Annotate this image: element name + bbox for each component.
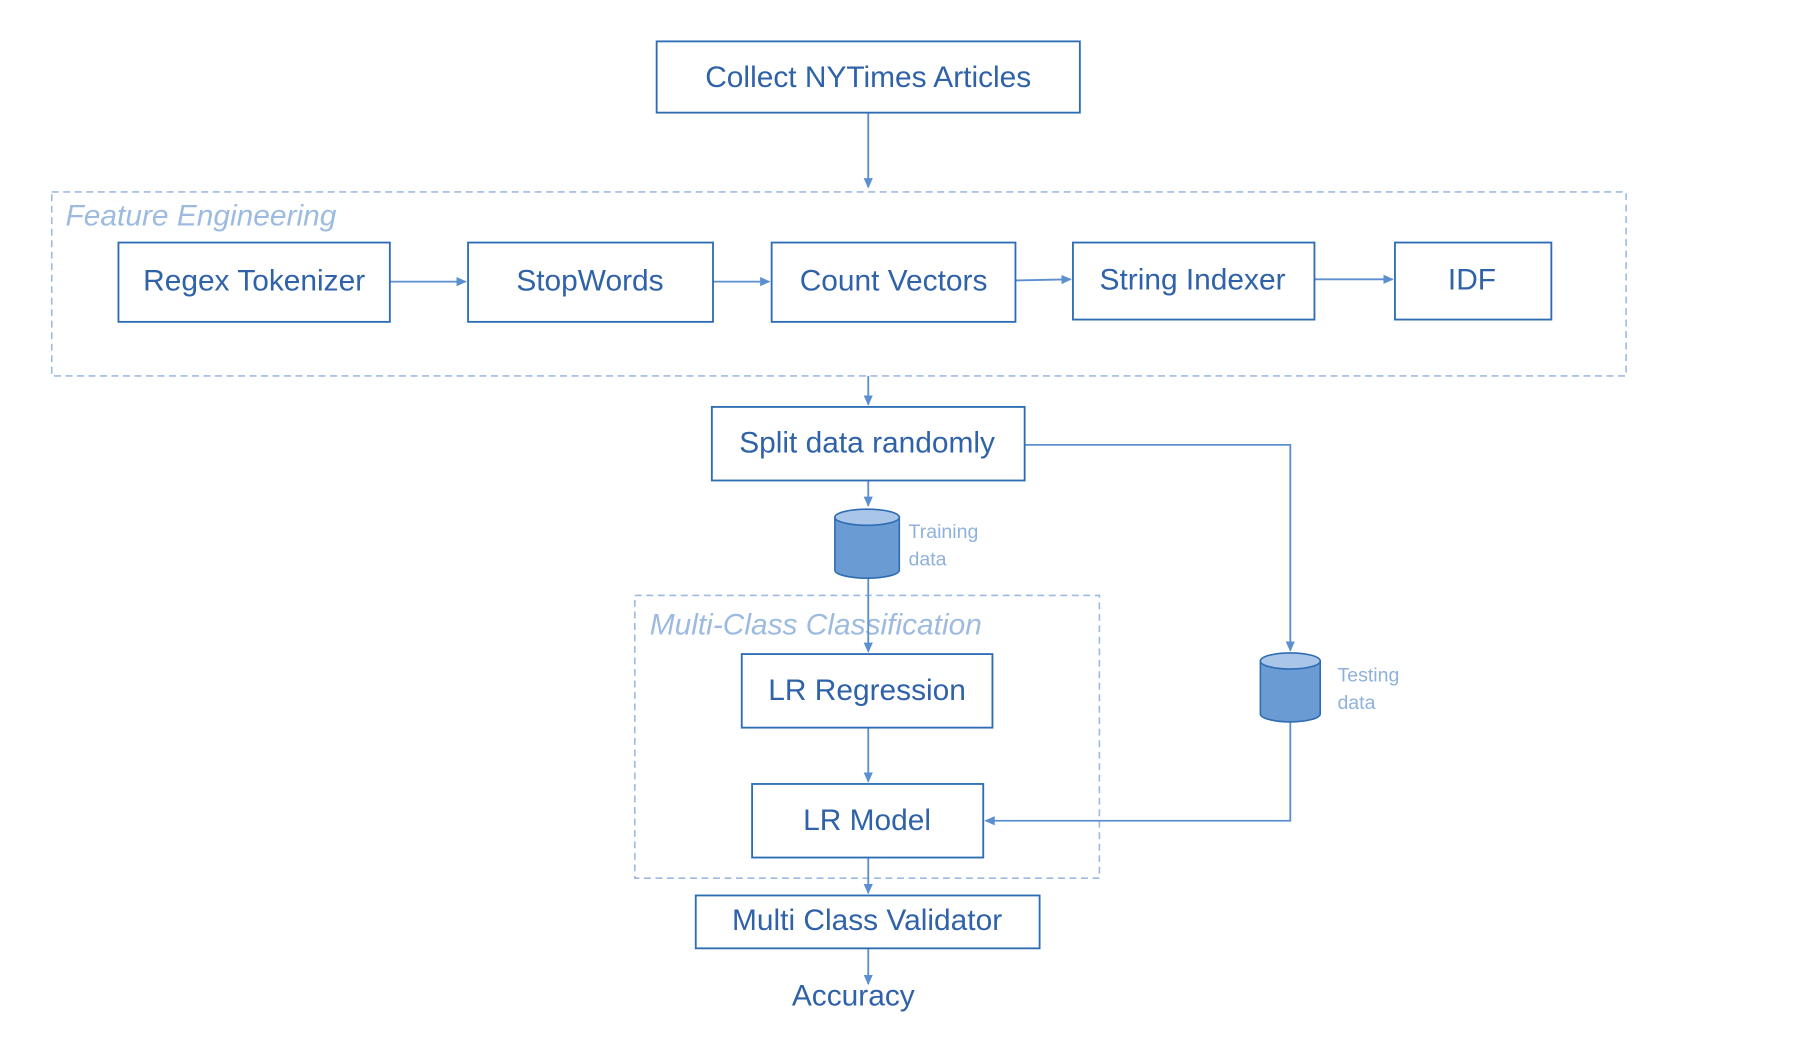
node-label: Split data randomly: [739, 427, 995, 460]
node-label: Collect NYTimes Articles: [705, 61, 1031, 94]
node-idf: IDF: [1394, 241, 1553, 321]
pipeline-diagram: Feature Engineering Multi-Class Classifi…: [50, 40, 1627, 1013]
node-label: StopWords: [516, 265, 663, 298]
arrow: [1024, 443, 1295, 652]
arrow: [1015, 274, 1072, 285]
testing-label: data: [1337, 692, 1375, 714]
node-string-indexer: String Indexer: [1072, 241, 1316, 321]
node-count-vectors: Count Vectors: [770, 241, 1017, 323]
node-regex-tokenizer: Regex Tokenizer: [117, 241, 391, 323]
node-label: Count Vectors: [800, 265, 988, 298]
testing-data-cylinder-icon: [1259, 652, 1322, 723]
node-label: Regex Tokenizer: [143, 265, 365, 298]
node-validator: Multi Class Validator: [694, 894, 1041, 950]
node-lr-regression: LR Regression: [740, 653, 994, 729]
training-label: Training: [909, 521, 979, 543]
node-label: LR Model: [803, 804, 931, 837]
training-label: data: [909, 549, 947, 571]
training-data-cylinder-icon: [834, 508, 901, 580]
node-split: Split data randomly: [710, 406, 1026, 482]
node-collect: Collect NYTimes Articles: [655, 40, 1081, 114]
testing-label: Testing: [1337, 665, 1399, 687]
node-label: Multi Class Validator: [732, 904, 1002, 937]
node-label: LR Regression: [768, 674, 966, 707]
group-label: Multi-Class Classification: [650, 609, 982, 642]
node-stopwords: StopWords: [467, 241, 714, 323]
node-label: String Indexer: [1100, 264, 1286, 297]
node-label: IDF: [1448, 264, 1496, 297]
accuracy-label: Accuracy: [792, 980, 915, 1013]
node-lr-model: LR Model: [751, 783, 985, 859]
arrow: [984, 721, 1292, 826]
group-label: Feature Engineering: [66, 199, 337, 232]
